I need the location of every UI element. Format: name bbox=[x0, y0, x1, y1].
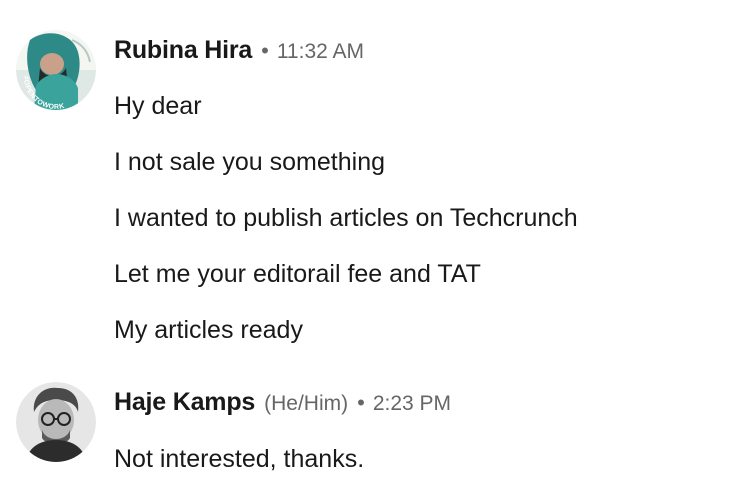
message-text: Not interested, thanks. bbox=[114, 445, 365, 473]
profile-photo-opentowork: #OPENTOWORK bbox=[16, 30, 96, 110]
sender-name[interactable]: Rubina Hira bbox=[114, 36, 252, 65]
avatar[interactable] bbox=[16, 382, 96, 462]
separator-dot: • bbox=[357, 390, 365, 415]
avatar[interactable]: #OPENTOWORK bbox=[16, 30, 96, 110]
message-timestamp: 11:32 AM bbox=[276, 40, 364, 63]
profile-photo bbox=[16, 382, 96, 462]
message-text: Let me your editorail fee and TAT bbox=[114, 260, 481, 288]
message-timestamp: 2:23 PM bbox=[372, 392, 452, 415]
pronouns: (He/Him) bbox=[264, 392, 349, 415]
message-text: I wanted to publish articles on Techcrun… bbox=[114, 204, 578, 232]
message-header: Haje Kamps (He/Him) • 2:23 PM bbox=[114, 388, 451, 417]
message-text: My articles ready bbox=[114, 316, 303, 344]
message-thread: #OPENTOWORK Rubina Hira • 11:32 AM Hy de… bbox=[0, 0, 736, 504]
message-header: Rubina Hira • 11:32 AM bbox=[114, 36, 364, 65]
separator-dot: • bbox=[261, 38, 269, 63]
sender-name[interactable]: Haje Kamps bbox=[114, 388, 255, 417]
message-text: I not sale you something bbox=[114, 148, 385, 176]
message-text: Hy dear bbox=[114, 92, 202, 120]
